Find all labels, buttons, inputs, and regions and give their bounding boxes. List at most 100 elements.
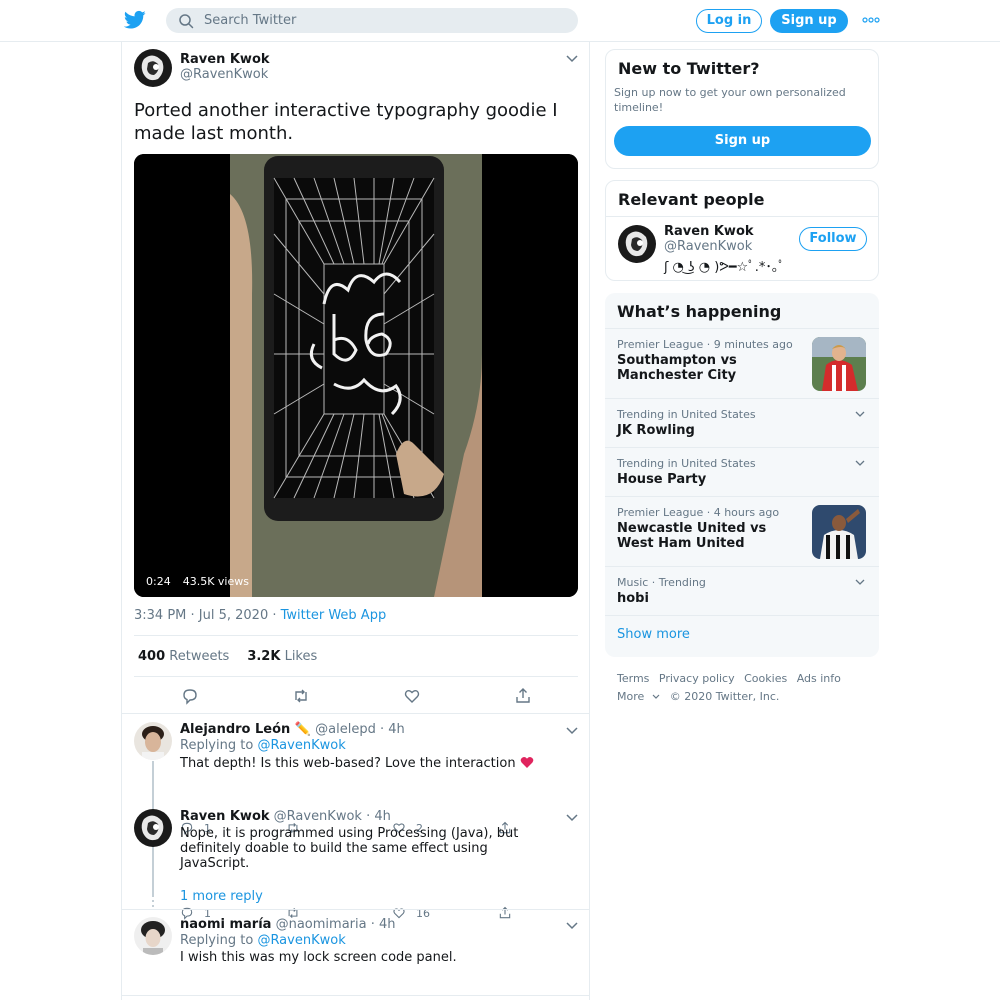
chevron-down-icon[interactable] xyxy=(566,55,578,63)
replying-to-link[interactable]: @RavenKwok xyxy=(257,738,345,753)
divider xyxy=(122,909,589,910)
reply-text: Nope, it is programmed using Processing … xyxy=(180,826,519,871)
trend-thumbnail xyxy=(812,505,866,559)
footer-more-menu[interactable]: More xyxy=(617,690,660,703)
reply-text-content: That depth! Is this web-based? Love the … xyxy=(180,756,516,771)
chevron-down-icon[interactable] xyxy=(566,814,578,822)
chevron-down-icon[interactable] xyxy=(855,579,865,585)
follow-button[interactable]: Follow xyxy=(799,227,867,251)
share-icon[interactable] xyxy=(514,687,532,705)
chevron-down-icon[interactable] xyxy=(566,922,578,930)
tweet-source-link[interactable]: Twitter Web App xyxy=(281,608,387,623)
footer: Terms Privacy policy Cookies Ads info Mo… xyxy=(617,670,877,706)
replying-to: Replying to @RavenKwok xyxy=(180,933,346,948)
tweet-text: Ported another interactive typography go… xyxy=(134,100,558,144)
footer-more-label: More xyxy=(617,690,645,703)
reply-avatar[interactable] xyxy=(134,809,172,847)
reply-tweet[interactable]: Raven Kwok @RavenKwok · 4h Nope, it is p… xyxy=(122,809,589,920)
retweets-label: Retweets xyxy=(169,648,230,664)
more-options-icon[interactable] xyxy=(862,14,880,26)
person-name[interactable]: Raven Kwok xyxy=(664,224,754,239)
trend-title: House Party xyxy=(617,472,707,487)
tweet-video[interactable]: 0:24 43.5K views xyxy=(134,154,578,597)
login-button[interactable]: Log in xyxy=(696,9,762,33)
trend-title: Newcastle United vs West Ham United xyxy=(617,521,767,551)
tweet-actions xyxy=(134,678,578,713)
reply-author-name[interactable]: Raven Kwok xyxy=(180,809,270,824)
footer-privacy-link[interactable]: Privacy policy xyxy=(659,672,735,685)
author-handle[interactable]: @RavenKwok xyxy=(180,67,268,82)
likes-stat[interactable]: 3.2K Likes xyxy=(247,649,317,664)
whats-happening-title: What’s happening xyxy=(617,302,782,321)
reply-text: I wish this was my lock screen code pane… xyxy=(180,950,457,965)
chevron-down-icon[interactable] xyxy=(855,411,865,417)
reply-avatar[interactable] xyxy=(134,722,172,760)
reply-tweet[interactable]: Alejandro León ✏️ @alelepd · 4h Replying… xyxy=(122,722,589,835)
reply-text: That depth! Is this web-based? Love the … xyxy=(180,756,560,771)
person-handle[interactable]: @RavenKwok xyxy=(664,239,752,254)
chevron-down-icon[interactable] xyxy=(566,727,578,735)
trend-meta: Premier League · 4 hours ago xyxy=(617,506,780,519)
tweet-time[interactable]: 3:34 PM · Jul 5, 2020 · xyxy=(134,608,281,623)
trend-meta: Music · Trending xyxy=(617,576,706,589)
divider xyxy=(122,995,589,996)
person-bio: ʃ ◔ ͜ʖ ◔ )ᕗ━☆ﾟ.*･｡ﾟ xyxy=(664,260,785,275)
search-icon xyxy=(179,13,194,28)
relevant-people-title: Relevant people xyxy=(618,190,765,209)
retweets-count: 400 xyxy=(138,648,166,664)
trend-title: JK Rowling xyxy=(617,423,695,438)
reply-handle-time[interactable]: @naomimaria · 4h xyxy=(276,917,396,932)
reply-author-name[interactable]: Alejandro León ✏️ xyxy=(180,722,311,737)
footer-ads-link[interactable]: Ads info xyxy=(797,672,841,685)
trend-title: Southampton vs Manchester City xyxy=(617,353,737,383)
video-views: 43.5K views xyxy=(182,575,249,588)
twitter-logo-icon[interactable] xyxy=(124,10,146,30)
person-avatar[interactable] xyxy=(618,225,656,263)
tweet-stats: 400 Retweets 3.2K Likes xyxy=(134,635,578,677)
sidebar-signup-button[interactable]: Sign up xyxy=(614,126,871,156)
retweet-icon[interactable] xyxy=(292,687,310,705)
chevron-down-icon[interactable] xyxy=(855,460,865,466)
reply-header: Raven Kwok @RavenKwok · 4h xyxy=(180,809,391,824)
replying-prefix: Replying to xyxy=(180,933,258,948)
replying-prefix: Replying to xyxy=(180,738,258,753)
main-timeline: Raven Kwok @RavenKwok Ported another int… xyxy=(121,42,590,1000)
whats-happening-card: What’s happening Premier League · 9 minu… xyxy=(605,293,879,657)
divider xyxy=(606,216,878,217)
reply-icon[interactable] xyxy=(181,687,199,705)
replying-to-link[interactable]: @RavenKwok xyxy=(257,933,345,948)
video-meta: 0:24 43.5K views xyxy=(146,575,249,588)
show-more-link[interactable]: Show more xyxy=(617,627,690,642)
likes-count: 3.2K xyxy=(247,648,281,664)
reply-header: Alejandro León ✏️ @alelepd · 4h xyxy=(180,722,405,737)
search-bar[interactable] xyxy=(166,8,578,33)
video-frame xyxy=(134,154,578,597)
replying-to: Replying to @RavenKwok xyxy=(180,738,346,753)
footer-terms-link[interactable]: Terms xyxy=(617,672,649,685)
reply-handle-time[interactable]: @RavenKwok · 4h xyxy=(274,809,391,824)
footer-cookies-link[interactable]: Cookies xyxy=(744,672,787,685)
signup-button[interactable]: Sign up xyxy=(770,9,848,33)
video-duration: 0:24 xyxy=(146,575,171,588)
search-input[interactable] xyxy=(204,13,564,28)
like-icon[interactable] xyxy=(403,687,421,705)
retweets-stat[interactable]: 400 Retweets xyxy=(138,649,229,664)
new-to-twitter-card: New to Twitter? Sign up now to get your … xyxy=(605,49,879,169)
trend-item[interactable]: Trending in United States House Party xyxy=(605,447,879,496)
trend-item[interactable]: Music · Trending hobi xyxy=(605,566,879,615)
trend-item[interactable]: Trending in United States JK Rowling xyxy=(605,398,879,447)
tweet-timestamp: 3:34 PM · Jul 5, 2020 · Twitter Web App xyxy=(134,608,386,623)
reply-avatar[interactable] xyxy=(134,917,172,955)
trend-item[interactable]: Premier League · 9 minutes ago Southampt… xyxy=(605,328,879,398)
trend-item[interactable]: Premier League · 4 hours ago Newcastle U… xyxy=(605,496,879,566)
author-name[interactable]: Raven Kwok xyxy=(180,52,270,67)
reply-tweet[interactable]: naomi maría @naomimaria · 4h Replying to… xyxy=(122,917,589,997)
more-replies-link[interactable]: 1 more reply xyxy=(180,889,263,904)
likes-label: Likes xyxy=(284,648,318,664)
trend-title: hobi xyxy=(617,591,649,606)
reply-author-name[interactable]: naomi maría xyxy=(180,917,271,932)
author-avatar[interactable] xyxy=(134,49,172,87)
new-to-twitter-text: Sign up now to get your own personalized… xyxy=(614,86,846,114)
reply-handle-time[interactable]: @alelepd · 4h xyxy=(315,722,405,737)
red-heart-emoji-icon xyxy=(520,757,534,768)
